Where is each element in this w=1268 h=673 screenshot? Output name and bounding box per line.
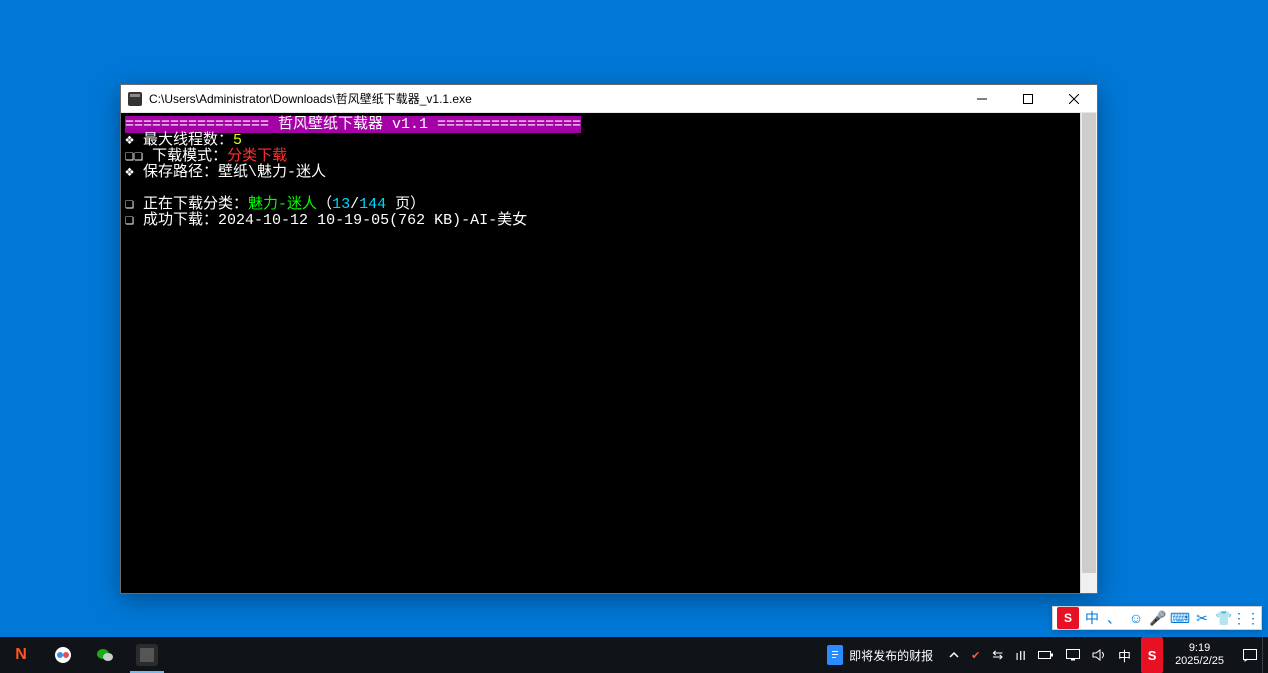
line3-value: 壁纸\魅力-迷人 xyxy=(218,164,326,181)
line1-label: 最大线程数： xyxy=(134,132,233,149)
tray-time-text: 9:19 xyxy=(1175,642,1224,655)
tray-security-icon[interactable]: ✔ xyxy=(965,637,986,673)
dl-total: 144 xyxy=(359,196,386,213)
dl-marker: ❏ xyxy=(125,196,134,213)
ime-menu-button[interactable]: ⋮⋮ xyxy=(1235,607,1257,629)
taskbar-app-running[interactable] xyxy=(126,637,168,673)
close-button[interactable] xyxy=(1051,85,1097,112)
console-window: C:\Users\Administrator\Downloads\哲风壁纸下载器… xyxy=(120,84,1098,594)
ime-lang-button[interactable]: 中 xyxy=(1081,607,1103,629)
ime-keyboard-button[interactable]: ⌨ xyxy=(1169,607,1191,629)
tray-sync-icon[interactable]: ⇆ xyxy=(986,637,1009,673)
ime-tool-button[interactable]: ✂ xyxy=(1191,607,1213,629)
ime-emoji-button[interactable]: ☺ xyxy=(1125,607,1147,629)
line2-label: 下载模式： xyxy=(143,148,227,165)
dl-slash: / xyxy=(350,196,359,213)
dl-paren-close: ） xyxy=(410,196,425,213)
tray-ime-icon[interactable]: S xyxy=(1141,637,1163,673)
tray-clock[interactable]: 9:19 2025/2/25 xyxy=(1167,642,1232,668)
taskbar: N 即将发布的财报 ✔ ⇆ ıII 中 S xyxy=(0,637,1268,673)
ime-toolbar[interactable]: S 中 、 ☺ 🎤 ⌨ ✂ 👕 ⋮⋮ xyxy=(1052,606,1262,630)
terminal-output[interactable]: ================ 哲风壁纸下载器 v1.1 ==========… xyxy=(121,113,1080,593)
ok-text: 2024-10-12 10-19-05(762 KB)-AI-美女 xyxy=(218,212,527,229)
running-app-icon xyxy=(136,644,158,666)
ime-punct-button[interactable]: 、 xyxy=(1103,607,1125,629)
news-text: 即将发布的财报 xyxy=(849,647,933,664)
line1-value: 5 xyxy=(233,132,242,149)
tray-volume-icon[interactable] xyxy=(1086,637,1112,673)
ok-prefix: 成功下载： xyxy=(134,212,218,229)
vertical-scrollbar[interactable] xyxy=(1080,113,1097,593)
dl-prefix: 正在下载分类： xyxy=(134,196,248,213)
scrollbar-thumb[interactable] xyxy=(1082,113,1096,573)
dl-current: 13 xyxy=(332,196,350,213)
header-title: 哲风壁纸下载器 v1.1 xyxy=(269,116,437,133)
minimize-button[interactable] xyxy=(959,85,1005,112)
taskbar-news-widget[interactable]: 即将发布的财报 xyxy=(817,637,943,673)
line2-value: 分类下载 xyxy=(227,148,287,165)
ime-logo-icon[interactable]: S xyxy=(1057,607,1079,629)
taskbar-app-2[interactable] xyxy=(42,637,84,673)
app-icon-2 xyxy=(52,644,74,666)
line3-label: 保存路径： xyxy=(134,164,218,181)
app-icon-1: N xyxy=(10,644,32,666)
taskbar-app-1[interactable]: N xyxy=(0,637,42,673)
tray-date-text: 2025/2/25 xyxy=(1175,655,1224,668)
line2-marker: ❏❏ xyxy=(125,148,143,165)
line1-marker: ❖ xyxy=(125,132,134,149)
news-icon xyxy=(827,645,843,665)
terminal-body: ================ 哲风壁纸下载器 v1.1 ==========… xyxy=(121,113,1097,593)
header-border-right: ================ xyxy=(437,116,581,133)
tray-lang-indicator[interactable]: 中 xyxy=(1112,637,1137,673)
line3-marker: ❖ xyxy=(125,164,134,181)
dl-paren-open: （ xyxy=(317,196,332,213)
dl-pages: 页 xyxy=(386,196,410,213)
tray-battery-icon[interactable] xyxy=(1032,637,1060,673)
header-border-left: ================ xyxy=(125,116,269,133)
wechat-icon xyxy=(94,644,116,666)
show-desktop-button[interactable] xyxy=(1262,637,1268,673)
window-title: C:\Users\Administrator\Downloads\哲风壁纸下载器… xyxy=(149,90,959,107)
system-tray: ✔ ⇆ ıII 中 S 9:19 2025/2/25 xyxy=(943,637,1268,673)
taskbar-app-wechat[interactable] xyxy=(84,637,126,673)
tray-chevron-icon[interactable] xyxy=(943,637,965,673)
ime-voice-button[interactable]: 🎤 xyxy=(1147,607,1169,629)
ok-marker: ❏ xyxy=(125,212,134,229)
app-icon xyxy=(121,91,149,107)
maximize-button[interactable] xyxy=(1005,85,1051,112)
tray-bars-icon[interactable]: ıII xyxy=(1009,637,1032,673)
tray-display-icon[interactable] xyxy=(1060,637,1086,673)
window-titlebar[interactable]: C:\Users\Administrator\Downloads\哲风壁纸下载器… xyxy=(121,85,1097,113)
dl-category: 魅力-迷人 xyxy=(248,196,317,213)
